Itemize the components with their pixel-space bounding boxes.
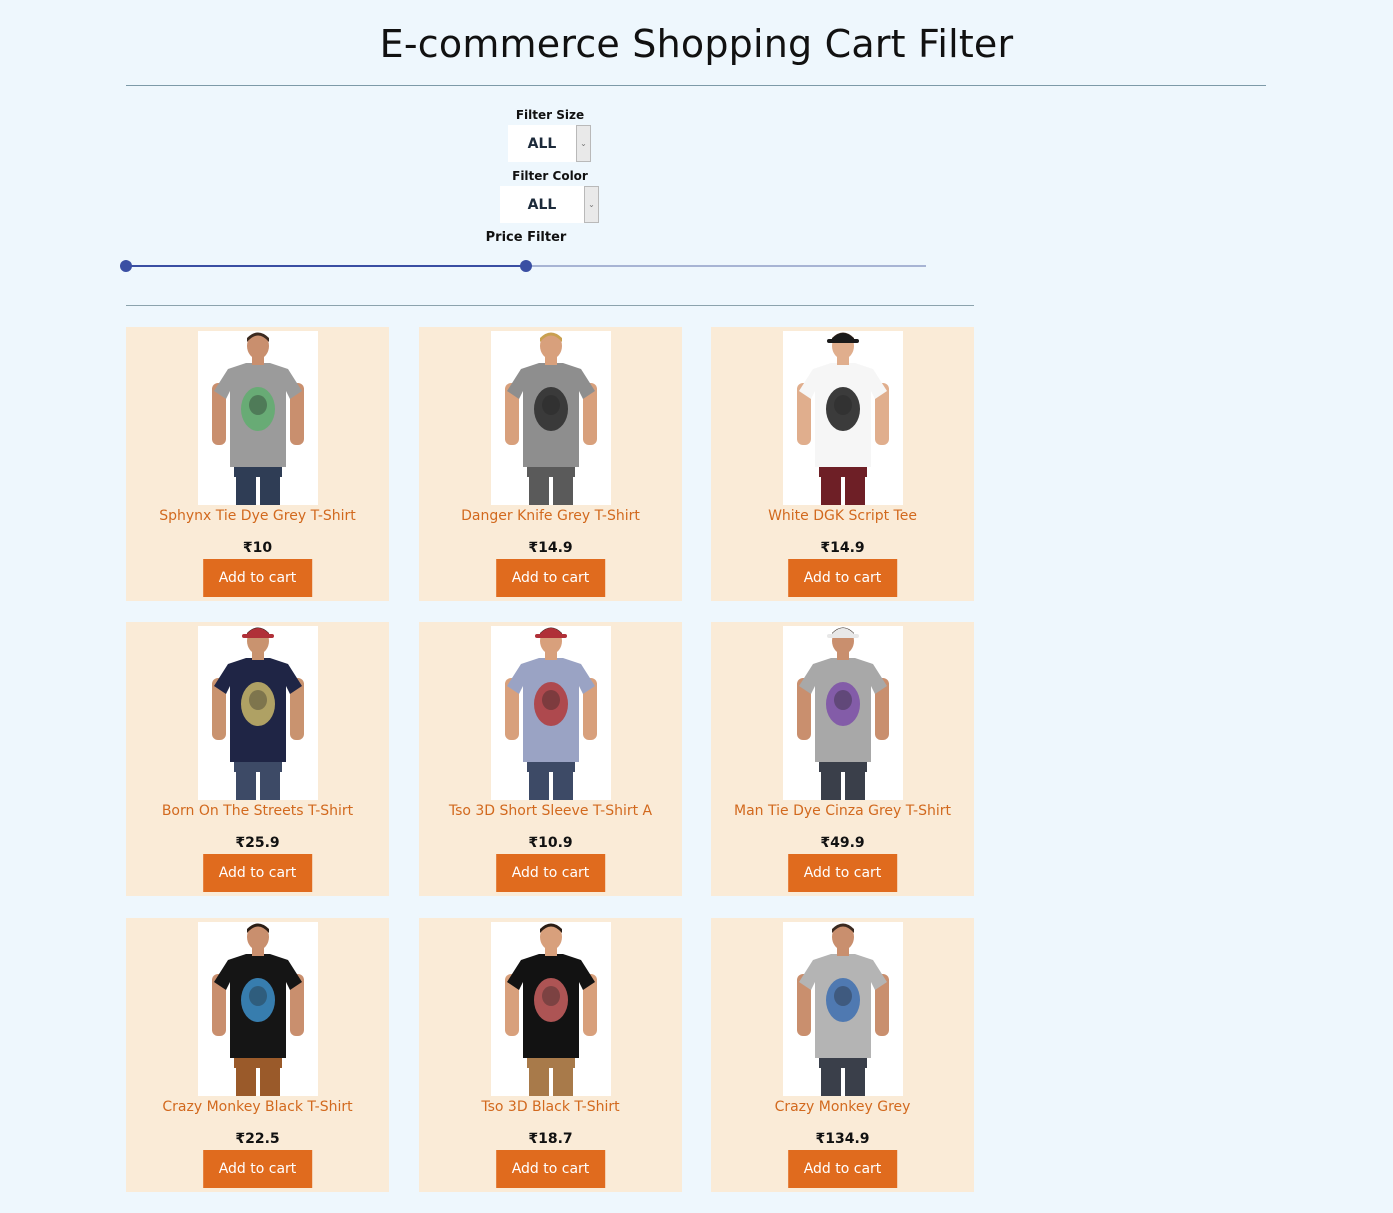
filter-color-value: ALL — [527, 196, 557, 213]
product-name: Sphynx Tie Dye Grey T-Shirt — [159, 508, 356, 524]
product-image — [491, 922, 611, 1096]
product-price: ₹134.9 — [815, 1131, 870, 1147]
page-title: E-commerce Shopping Cart Filter — [379, 22, 1014, 66]
filter-size-select[interactable]: ALL ⌄ — [508, 125, 591, 162]
product-card: White DGK Script Tee ₹14.9 Add to cart — [711, 327, 974, 601]
product-name: White DGK Script Tee — [768, 508, 917, 524]
product-name: Man Tie Dye Cinza Grey T-Shirt — [734, 803, 951, 819]
product-name: Crazy Monkey Black T-Shirt — [162, 1099, 353, 1115]
filter-color-label: Filter Color — [512, 169, 588, 183]
add-to-cart-button[interactable]: Add to cart — [787, 1150, 898, 1188]
product-card: Tso 3D Short Sleeve T-Shirt A ₹10.9 Add to… — [419, 622, 682, 896]
tshirt-model-icon — [198, 331, 318, 505]
add-to-cart-button[interactable]: Add to cart — [495, 559, 606, 597]
tshirt-model-icon — [491, 922, 611, 1096]
product-card: Man Tie Dye Cinza Grey T-Shirt ₹49.9 Add t… — [711, 622, 974, 896]
product-image — [198, 331, 318, 505]
price-filter-label: Price Filter — [485, 230, 567, 245]
price-range-fill — [126, 265, 526, 267]
product-image — [491, 626, 611, 800]
add-to-cart-button[interactable]: Add to cart — [495, 1150, 606, 1188]
product-image — [198, 922, 318, 1096]
product-price: ₹49.9 — [820, 835, 865, 851]
filter-color-select[interactable]: ALL ⌄ — [500, 186, 599, 223]
product-name: Born On The Streets T-Shirt — [161, 803, 354, 819]
filter-size-value: ALL — [527, 135, 557, 152]
product-price: ₹10.9 — [528, 835, 573, 851]
product-card: Sphynx Tie Dye Grey T-Shirt ₹10 Add to car… — [126, 327, 389, 601]
add-to-cart-button[interactable]: Add to cart — [202, 854, 313, 892]
product-image — [198, 626, 318, 800]
product-card: Crazy Monkey Black T-Shirt ₹22.5 Add to ca… — [126, 918, 389, 1192]
chevron-down-icon: ⌄ — [576, 125, 591, 162]
product-price: ₹10 — [242, 540, 273, 556]
tshirt-model-icon — [491, 626, 611, 800]
price-min-thumb[interactable] — [120, 260, 132, 272]
product-card: Crazy Monkey Grey ₹134.9 Add to cart — [711, 918, 974, 1192]
tshirt-model-icon — [783, 922, 903, 1096]
add-to-cart-button[interactable]: Add to cart — [495, 854, 606, 892]
product-price: ₹14.9 — [820, 540, 865, 556]
product-name: Tso 3D Black T-Shirt — [481, 1099, 620, 1115]
product-price: ₹22.5 — [235, 1131, 280, 1147]
price-range-slider[interactable] — [120, 260, 926, 272]
product-name: Tso 3D Short Sleeve T-Shirt A — [448, 803, 653, 819]
filter-size-label: Filter Size — [515, 108, 585, 122]
product-image — [783, 626, 903, 800]
product-price: ₹25.9 — [235, 835, 280, 851]
tshirt-model-icon — [491, 331, 611, 505]
product-price: ₹18.7 — [528, 1131, 573, 1147]
product-name: Danger Knife Grey T-Shirt — [461, 508, 640, 524]
product-image — [491, 331, 611, 505]
filter-divider — [126, 305, 974, 306]
add-to-cart-button[interactable]: Add to cart — [202, 1150, 313, 1188]
product-card: Born On The Streets T-Shirt ₹25.9 Add to c… — [126, 622, 389, 896]
product-price: ₹14.9 — [528, 540, 573, 556]
tshirt-model-icon — [783, 626, 903, 800]
add-to-cart-button[interactable]: Add to cart — [787, 559, 898, 597]
tshirt-model-icon — [198, 922, 318, 1096]
price-max-thumb[interactable] — [520, 260, 532, 272]
tshirt-model-icon — [783, 331, 903, 505]
add-to-cart-button[interactable]: Add to cart — [787, 854, 898, 892]
product-name: Crazy Monkey Grey — [774, 1099, 911, 1115]
header-divider — [126, 85, 1266, 86]
product-card: Danger Knife Grey T-Shirt ₹14.9 Add to car… — [419, 327, 682, 601]
product-card: Tso 3D Black T-Shirt ₹18.7 Add to cart — [419, 918, 682, 1192]
product-image — [783, 922, 903, 1096]
tshirt-model-icon — [198, 626, 318, 800]
add-to-cart-button[interactable]: Add to cart — [202, 559, 313, 597]
chevron-down-icon: ⌄ — [584, 186, 599, 223]
product-image — [783, 331, 903, 505]
